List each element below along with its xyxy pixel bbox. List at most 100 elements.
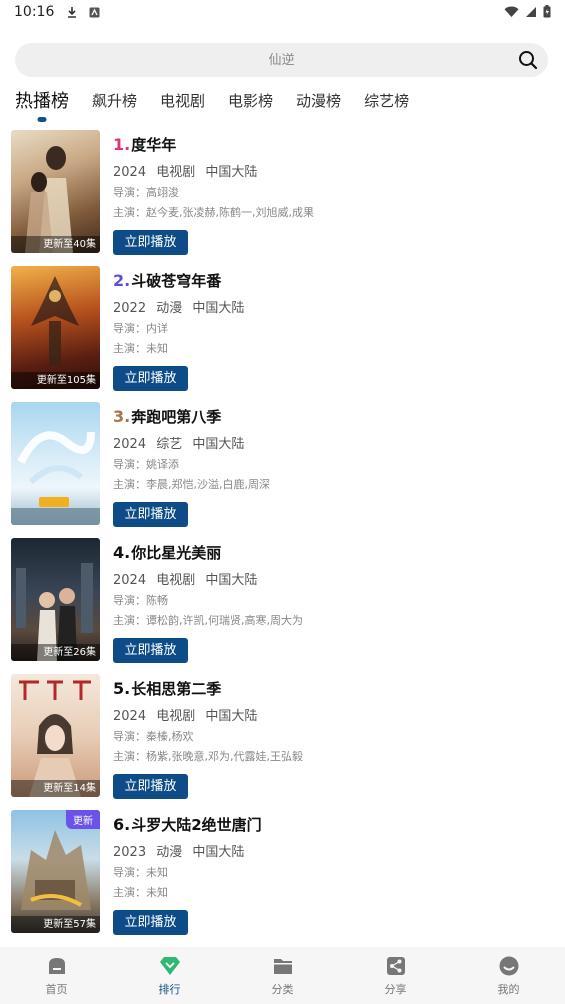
item-info: 6. 斗罗大陆2绝世唐门 2023 动漫 中国大陆 导演：未知 主演：未知 立即…	[113, 814, 553, 935]
status-time: 10:16	[14, 4, 55, 20]
wifi-icon	[504, 6, 519, 22]
nav-label: 分类	[271, 983, 294, 996]
update-caption: 更新至40集	[11, 236, 100, 253]
tab-movies[interactable]: 电影榜	[228, 86, 273, 122]
list-item[interactable]: 3. 奔跑吧第八季 2024 综艺 中国大陆 导演：姚译添 主演：李晨,郑恺,沙…	[0, 400, 565, 536]
item-title[interactable]: 奔跑吧第八季	[131, 406, 221, 427]
item-type: 综艺	[156, 437, 183, 452]
item-info: 2. 斗破苍穹年番 2022 动漫 中国大陆 导演：内详 主演：未知 立即播放	[113, 270, 553, 391]
home-icon	[46, 955, 68, 977]
item-info: 4. 你比星光美丽 2024 电视剧 中国大陆 导演：陈畅 主演：谭松韵,许凯,…	[113, 542, 553, 663]
search-bar[interactable]	[15, 43, 548, 77]
item-year: 2024	[113, 709, 147, 724]
profile-icon	[498, 955, 520, 977]
play-now-button[interactable]: 立即播放	[113, 502, 188, 527]
item-director: 导演：秦榛,杨欢	[113, 730, 194, 743]
play-now-button[interactable]: 立即播放	[113, 230, 188, 255]
tab-active-indicator	[37, 117, 47, 122]
list-item[interactable]: 更新至105集 2. 斗破苍穹年番 2022 动漫 中国大陆 导演：内详 主演：…	[0, 264, 565, 400]
item-region: 中国大陆	[192, 437, 245, 452]
item-title[interactable]: 斗破苍穹年番	[131, 270, 221, 291]
play-now-button[interactable]: 立即播放	[113, 366, 188, 391]
nav-item-category[interactable]: 分类	[226, 947, 339, 1004]
poster-image[interactable]: 更新至14集	[11, 674, 100, 797]
ranking-tabs: 热播榜 飙升榜 电视剧 电影榜 动漫榜 综艺榜	[15, 86, 432, 122]
item-title-row: 5. 长相思第二季	[113, 678, 553, 700]
poster-image[interactable]: 更新至105集	[11, 266, 100, 389]
nav-label: 我的	[497, 983, 520, 996]
item-director: 导演：内详	[113, 322, 168, 335]
item-type: 电视剧	[156, 165, 196, 180]
search-icon[interactable]	[518, 50, 538, 70]
item-type: 动漫	[156, 845, 183, 860]
item-cast: 主演：未知	[113, 342, 168, 355]
item-director: 导演：高翊浚	[113, 186, 179, 199]
item-title[interactable]: 你比星光美丽	[131, 542, 221, 563]
nav-item-profile[interactable]: 我的	[452, 947, 565, 1004]
item-cast: 主演：未知	[113, 886, 168, 899]
poster-image[interactable]	[11, 402, 100, 525]
item-title-row: 6. 斗罗大陆2绝世唐门	[113, 814, 553, 836]
item-title[interactable]: 度华年	[131, 134, 176, 155]
item-type: 动漫	[156, 301, 183, 316]
item-year: 2023	[113, 845, 147, 860]
search-input[interactable]	[81, 52, 482, 68]
item-info: 1. 度华年 2024 电视剧 中国大陆 导演：高翊浚 主演：赵今麦,张凌赫,陈…	[113, 134, 553, 255]
nav-label: 首页	[45, 983, 68, 996]
tab-variety[interactable]: 综艺榜	[364, 86, 409, 122]
item-director: 导演：陈畅	[113, 594, 168, 607]
status-bar: 10:16	[0, 0, 565, 24]
item-region: 中国大陆	[205, 573, 258, 588]
bottom-nav: 首页 排行 分类 分享 我的	[0, 947, 565, 1004]
tab-label: 电视剧	[160, 92, 206, 110]
list-item[interactable]: 更新至14集 5. 长相思第二季 2024 电视剧 中国大陆 导演：秦榛,杨欢 …	[0, 672, 565, 808]
nav-item-ranking[interactable]: 排行	[113, 947, 226, 1004]
tab-label: 综艺榜	[364, 92, 410, 110]
tab-hot[interactable]: 热播榜	[15, 86, 69, 122]
tab-label: 飙升榜	[92, 92, 138, 110]
folder-icon	[272, 955, 294, 977]
item-director: 导演：未知	[113, 866, 168, 879]
update-caption: 更新至57集	[11, 916, 100, 933]
item-title[interactable]: 长相思第二季	[131, 678, 221, 699]
nav-item-home[interactable]: 首页	[0, 947, 113, 1004]
item-title[interactable]: 斗罗大陆2绝世唐门	[131, 814, 261, 835]
nav-item-share[interactable]: 分享	[339, 947, 452, 1004]
list-item[interactable]: 更新至40集 1. 度华年 2024 电视剧 中国大陆 导演：高翊浚 主演：赵今…	[0, 128, 565, 264]
item-title-row: 1. 度华年	[113, 134, 553, 156]
poster-image[interactable]: 更新至26集	[11, 538, 100, 661]
item-title-row: 3. 奔跑吧第八季	[113, 406, 553, 428]
rank-number: 4.	[113, 543, 131, 562]
item-title-row: 2. 斗破苍穹年番	[113, 270, 553, 292]
ranking-icon	[159, 955, 181, 977]
tab-anime[interactable]: 动漫榜	[296, 86, 341, 122]
item-cast: 主演：杨紫,张晚意,邓为,代露娃,王弘毅	[113, 750, 303, 763]
rank-number: 2.	[113, 271, 131, 290]
rank-number: 5.	[113, 679, 131, 698]
item-info: 3. 奔跑吧第八季 2024 综艺 中国大陆 导演：姚译添 主演：李晨,郑恺,沙…	[113, 406, 553, 527]
item-year: 2024	[113, 165, 147, 180]
item-meta: 2024 电视剧 中国大陆	[113, 569, 553, 588]
play-now-button[interactable]: 立即播放	[113, 638, 188, 663]
nav-label: 排行	[158, 983, 181, 996]
update-badge: 更新	[66, 810, 100, 829]
tab-label: 动漫榜	[296, 92, 342, 110]
tab-rising[interactable]: 飙升榜	[92, 86, 137, 122]
item-director: 导演：姚译添	[113, 458, 179, 471]
list-item[interactable]: 更新 更新至57集 6. 斗罗大陆2绝世唐门 2023 动漫 中国大陆 导演：未…	[0, 808, 565, 944]
play-now-button[interactable]: 立即播放	[113, 910, 188, 935]
play-now-button[interactable]: 立即播放	[113, 774, 188, 799]
item-meta: 2023 动漫 中国大陆	[113, 841, 553, 860]
item-meta: 2024 电视剧 中国大陆	[113, 161, 553, 180]
item-year: 2022	[113, 301, 147, 316]
poster-image[interactable]: 更新至40集	[11, 130, 100, 253]
rank-number: 6.	[113, 815, 131, 834]
poster-image[interactable]: 更新 更新至57集	[11, 810, 100, 933]
item-region: 中国大陆	[192, 301, 245, 316]
item-region: 中国大陆	[192, 845, 245, 860]
update-caption: 更新至26集	[11, 644, 100, 661]
app-notification-icon	[88, 6, 100, 18]
tab-tv-series[interactable]: 电视剧	[160, 86, 205, 122]
item-region: 中国大陆	[205, 165, 258, 180]
list-item[interactable]: 更新至26集 4. 你比星光美丽 2024 电视剧 中国大陆 导演：陈畅 主演：…	[0, 536, 565, 672]
